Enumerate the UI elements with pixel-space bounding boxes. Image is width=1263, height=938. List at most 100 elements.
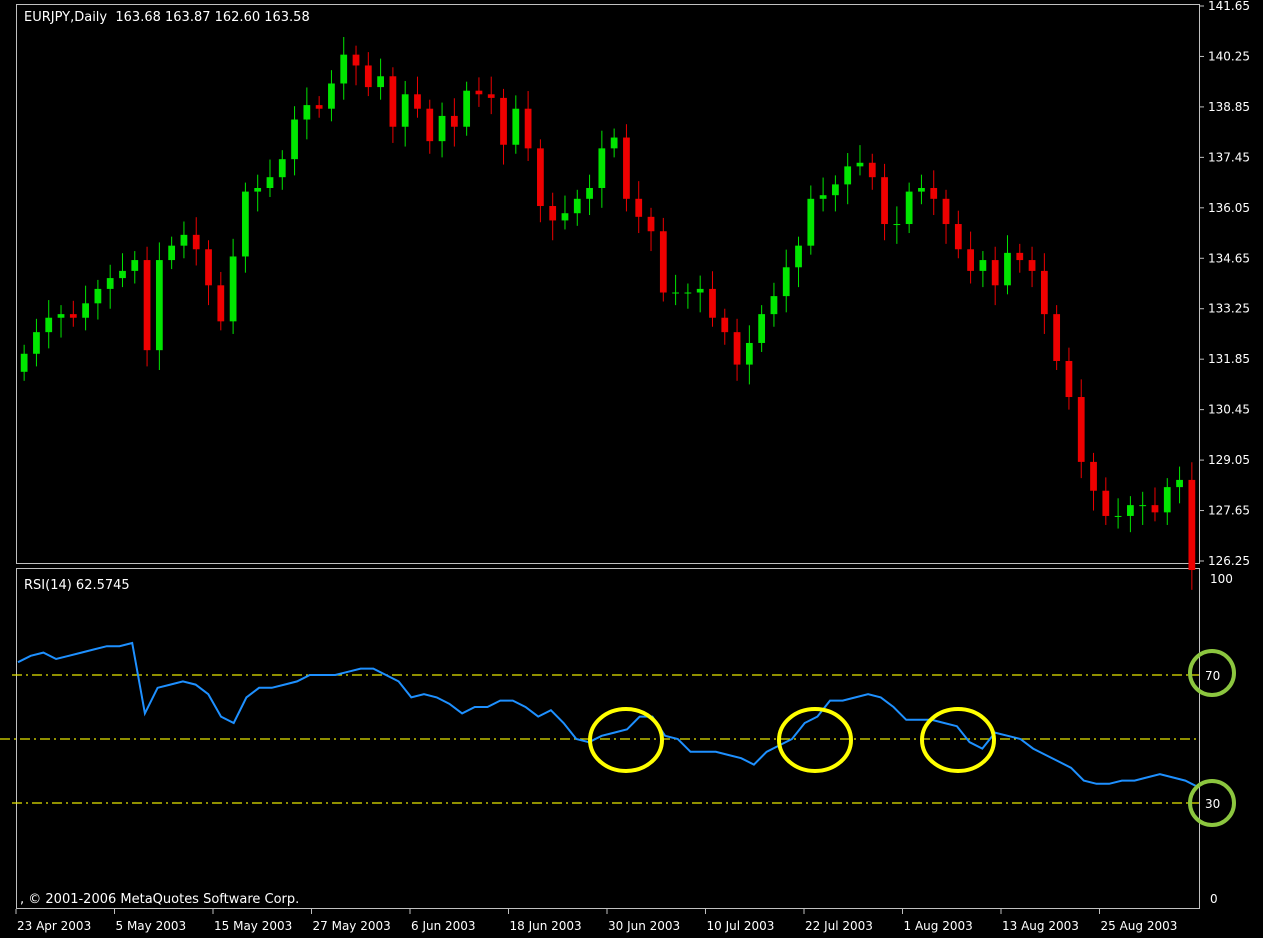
candle-body [610,137,618,149]
candle-body [1040,270,1048,315]
candle-body [1016,252,1024,261]
candle-body [807,198,815,246]
yellow-highlight-circle [920,707,996,773]
candle-body [696,288,704,293]
candle-body [881,177,888,225]
candle-body [733,332,741,365]
candle-body [438,115,446,142]
candle-body [20,353,28,372]
candle-body [291,119,298,160]
price-axis: 141.65 140.25 138.85 137.45 136.05 134.65 133.… [1199,0,1250,568]
candle-body [69,314,77,318]
rsi-panel-header: RSI(14) 62.5745 [24,578,130,593]
candlestick-series [20,36,1196,590]
candle-body [1004,252,1011,286]
rsi-level-label-30: 30 [1205,797,1220,811]
candle-body [205,249,212,286]
copyright-text: , © 2001-2006 MetaQuotes Software Corp. [20,892,299,907]
candle-body [1114,515,1122,517]
candle-body [303,105,311,120]
candle-body [1188,479,1196,571]
candle-body [389,76,397,127]
candle-body [635,198,643,217]
candle-body [549,206,557,221]
highlight-circles [588,649,1236,827]
candle-body [586,187,593,199]
candle-body [1053,314,1061,361]
date-tick-label: 23 Apr 2003 [17,919,91,933]
candle-body [573,198,581,214]
price-tick-label: 136.05 [1208,201,1250,215]
candle-body [401,94,409,127]
date-tick-label: 6 Jun 2003 [411,919,476,933]
candle-body [918,187,925,192]
candle-body [242,191,249,257]
candle-body [1151,505,1159,513]
candle-body [745,342,753,365]
candle-body [426,108,434,142]
candle-body [537,148,544,207]
candle-body [709,288,716,318]
candle-body [1127,505,1134,516]
candle-body [758,314,766,343]
candle-body [598,148,606,188]
candle-body [414,94,421,109]
candle-body [57,314,65,318]
candle-body [782,267,790,297]
price-tick-label: 137.45 [1208,150,1250,164]
date-tick-label: 22 Jul 2003 [805,919,873,933]
candle-body [524,108,532,149]
candle-body [229,256,237,322]
candle-body [82,303,89,318]
candle-body [930,187,938,199]
candle-body [991,260,999,286]
candle-body [832,184,839,196]
rsi-axis: 100 0 70 30 [1205,572,1233,906]
date-tick-label: 1 Aug 2003 [904,919,973,933]
date-tick-label: 15 May 2003 [214,919,292,933]
candle-body [1028,260,1036,271]
candle-body [217,285,225,322]
rsi-tick-100: 100 [1210,572,1233,586]
price-panel-header: EURJPY,Daily 163.68 163.87 162.60 163.58 [24,10,310,25]
candle-body [672,292,679,294]
price-panel-frame [16,4,1200,564]
price-tick-label: 138.85 [1208,100,1250,114]
candle-body [266,177,274,188]
candle-body [856,162,864,167]
price-tick-label: 141.65 [1208,0,1250,13]
candle-body [1163,487,1171,513]
candle-body [33,332,40,354]
price-tick-label: 140.25 [1208,49,1250,63]
date-axis: 23 Apr 2003 5 May 2003 15 May 2003 27 May 2… [15,909,1177,933]
chart-canvas: 141.65 140.25 138.85 137.45 136.05 134.65 133.… [0,0,1250,933]
yellow-highlight-circle [588,707,664,773]
candle-body [647,216,655,232]
candle-body [155,260,163,351]
candle-body [131,260,139,271]
candle-body [795,245,802,268]
candle-body [352,54,360,66]
candle-body [1077,397,1085,462]
candle-body [168,245,176,261]
candle-body [500,97,507,145]
candle-body [659,231,667,293]
price-tick-label: 127.65 [1208,504,1250,518]
price-tick-label: 133.25 [1208,302,1250,316]
price-tick-label: 134.65 [1208,251,1250,265]
candle-body [328,83,335,109]
candle-body [844,166,852,185]
candle-body [954,224,962,250]
candle-body [942,198,950,225]
candle-body [94,288,102,304]
candle-body [1102,490,1110,516]
date-tick-label: 27 May 2003 [313,919,391,933]
candle-body [450,115,458,127]
date-tick-label: 13 Aug 2003 [1002,919,1079,933]
candle-body [770,296,778,315]
candle-body [1090,461,1097,491]
candle-body [684,292,692,294]
candle-body [487,94,495,98]
candle-body [1139,505,1147,507]
candle-body [868,162,876,178]
